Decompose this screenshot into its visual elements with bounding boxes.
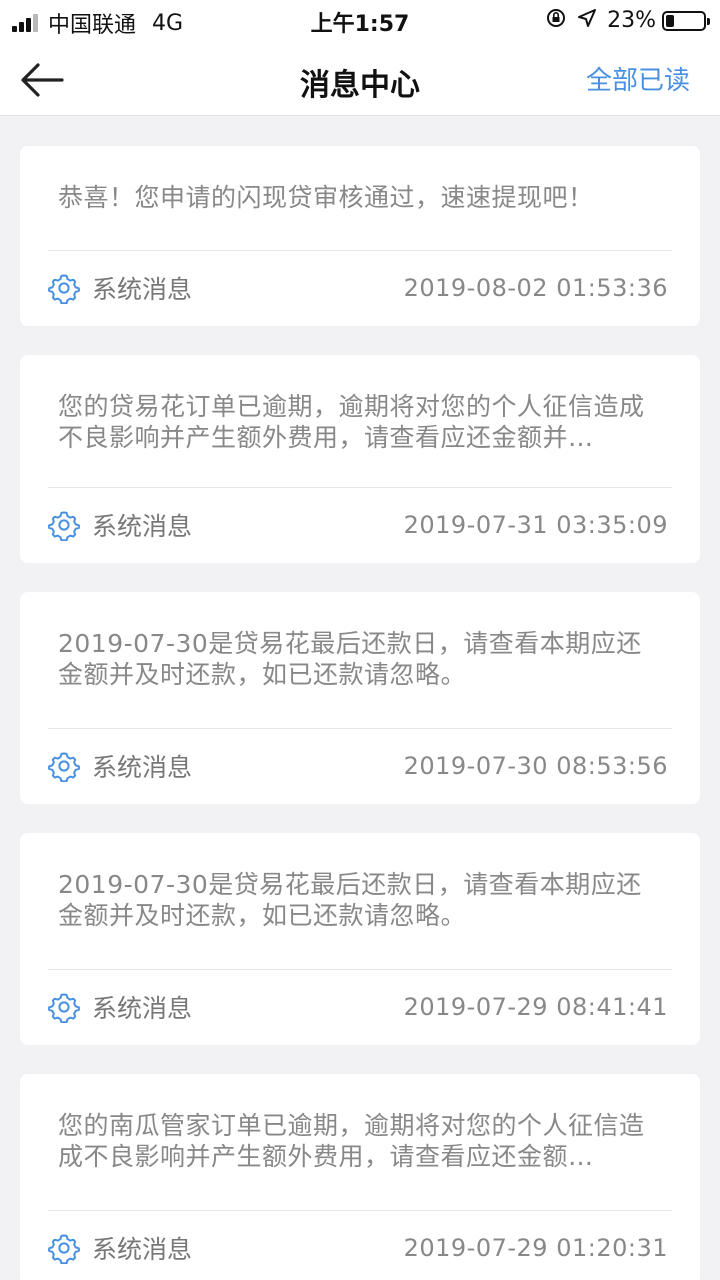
- message-list: 恭喜！您申请的闪现贷审核通过，速速提现吧！ 系统消息 2019-08-02 01…: [20, 146, 700, 1280]
- message-time: 2019-07-29 08:41:41: [403, 993, 668, 1021]
- battery-percent: 23%: [607, 8, 656, 33]
- message-card[interactable]: 2019-07-30是贷易花最后还款日，请查看本期应还金额并及时还款，如已还款请…: [20, 833, 700, 1045]
- message-text: 恭喜！您申请的闪现贷审核通过，速速提现吧！: [58, 183, 594, 212]
- message-text: 您的贷易花订单已逾期，逾期将对您的个人征信造成不良影响并产生额外费用，请查看应还…: [58, 392, 645, 452]
- mark-all-read-button[interactable]: 全部已读: [586, 60, 690, 97]
- orientation-lock-icon: [545, 7, 567, 34]
- message-footer: 系统消息 2019-08-02 01:53:36: [48, 270, 668, 306]
- message-sender: 系统消息: [92, 753, 193, 782]
- message-card[interactable]: 恭喜！您申请的闪现贷审核通过，速速提现吧！ 系统消息 2019-08-02 01…: [20, 146, 700, 326]
- message-sender: 系统消息: [92, 1235, 193, 1264]
- gear-icon: [48, 993, 80, 1023]
- message-sender: 系统消息: [92, 512, 193, 541]
- status-right: 23%: [545, 7, 710, 34]
- battery-fill: [666, 14, 674, 27]
- message-sender: 系统消息: [92, 994, 193, 1023]
- message-body: 恭喜！您申请的闪现贷审核通过，速速提现吧！: [20, 146, 700, 213]
- message-body: 您的南瓜管家订单已逾期，逾期将对您的个人征信造成不良影响并产生额外费用，请查看应…: [20, 1074, 700, 1172]
- status-bar: 中国联通 4G 上午1:57 23%: [0, 0, 720, 40]
- message-text: 2019-07-30是贷易花最后还款日，请查看本期应还金额并及时还款，如已还款请…: [58, 629, 642, 689]
- message-body: 2019-07-30是贷易花最后还款日，请查看本期应还金额并及时还款，如已还款请…: [20, 833, 700, 931]
- gear-icon: [48, 511, 80, 541]
- gear-icon: [48, 274, 80, 304]
- message-card[interactable]: 您的南瓜管家订单已逾期，逾期将对您的个人征信造成不良影响并产生额外费用，请查看应…: [20, 1074, 700, 1280]
- message-footer: 系统消息 2019-07-31 03:35:09: [48, 507, 668, 543]
- location-arrow-icon: [577, 8, 597, 33]
- message-text: 您的南瓜管家订单已逾期，逾期将对您的个人征信造成不良影响并产生额外费用，请查看应…: [58, 1111, 645, 1171]
- message-card[interactable]: 您的贷易花订单已逾期，逾期将对您的个人征信造成不良影响并产生额外费用，请查看应还…: [20, 355, 700, 563]
- message-time: 2019-07-30 08:53:56: [403, 752, 668, 780]
- card-divider: [48, 969, 672, 970]
- card-divider: [48, 1210, 672, 1211]
- message-time: 2019-07-31 03:35:09: [403, 511, 668, 539]
- message-card[interactable]: 2019-07-30是贷易花最后还款日，请查看本期应还金额并及时还款，如已还款请…: [20, 592, 700, 804]
- card-divider: [48, 487, 672, 488]
- message-footer: 系统消息 2019-07-29 08:41:41: [48, 989, 668, 1025]
- message-text: 2019-07-30是贷易花最后还款日，请查看本期应还金额并及时还款，如已还款请…: [58, 870, 642, 930]
- gear-icon: [48, 1234, 80, 1264]
- card-divider: [48, 250, 672, 251]
- message-time: 2019-08-02 01:53:36: [403, 274, 668, 302]
- message-footer: 系统消息 2019-07-30 08:53:56: [48, 748, 668, 784]
- gear-icon: [48, 752, 80, 782]
- message-sender: 系统消息: [92, 275, 193, 304]
- message-time: 2019-07-29 01:20:31: [403, 1234, 668, 1262]
- message-body: 2019-07-30是贷易花最后还款日，请查看本期应还金额并及时还款，如已还款请…: [20, 592, 700, 690]
- message-footer: 系统消息 2019-07-29 01:20:31: [48, 1230, 668, 1266]
- nav-bar: 消息中心 全部已读: [0, 40, 720, 116]
- message-body: 您的贷易花订单已逾期，逾期将对您的个人征信造成不良影响并产生额外费用，请查看应还…: [20, 355, 700, 453]
- card-divider: [48, 728, 672, 729]
- battery-icon: [662, 10, 710, 31]
